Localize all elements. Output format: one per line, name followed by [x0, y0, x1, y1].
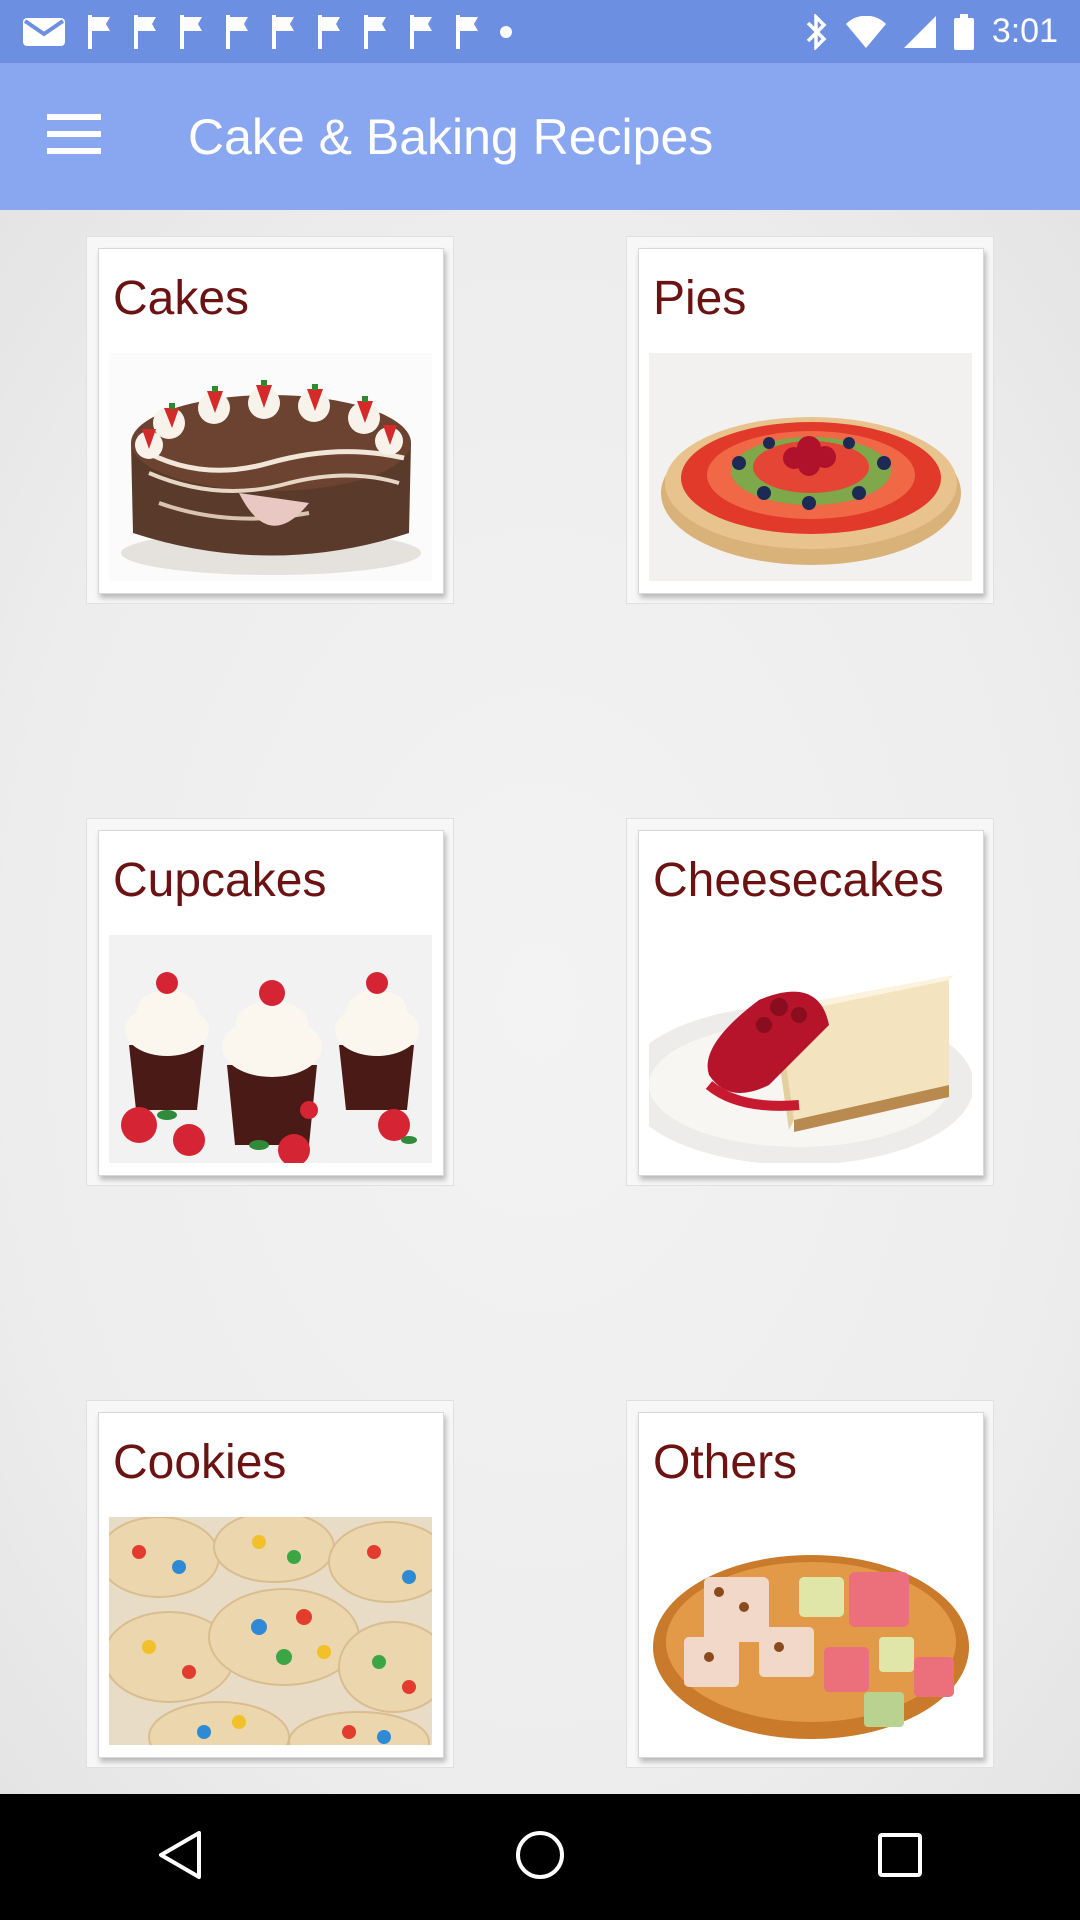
others-image: [649, 1517, 972, 1745]
category-card-others[interactable]: Others: [626, 1400, 994, 1768]
notification-icons: [22, 14, 804, 49]
category-card-cheesecakes[interactable]: Cheesecakes: [626, 818, 994, 1186]
card-frame: Cupcakes: [98, 830, 444, 1176]
flag-icon: [408, 14, 434, 49]
cupcakes-image: [109, 935, 432, 1163]
bluetooth-icon: [804, 13, 828, 50]
flag-icon: [86, 14, 112, 49]
flag-icon: [362, 14, 388, 49]
flag-icon: [224, 14, 250, 49]
status-time: 3:01: [991, 12, 1058, 50]
flag-icon: [132, 14, 158, 49]
pie-image: [649, 353, 972, 581]
cookies-image: [109, 1517, 432, 1745]
mail-icon: [22, 17, 66, 47]
app-bar: Cake & Baking Recipes: [0, 63, 1080, 210]
card-frame: Cheesecakes: [638, 830, 984, 1176]
flag-icon: [178, 14, 204, 49]
menu-button[interactable]: [0, 63, 148, 210]
category-card-pies[interactable]: Pies: [626, 236, 994, 604]
system-icons: 3:01: [804, 12, 1058, 51]
card-label: Cakes: [113, 272, 250, 325]
home-button[interactable]: [460, 1794, 620, 1920]
category-card-cupcakes[interactable]: Cupcakes: [86, 818, 454, 1186]
category-card-cakes[interactable]: Cakes: [86, 236, 454, 604]
back-icon: [157, 1829, 203, 1886]
card-label: Cheesecakes: [653, 854, 944, 907]
battery-icon: [953, 13, 974, 50]
status-bar: 3:01: [0, 0, 1080, 63]
flag-icon: [454, 14, 480, 49]
home-icon: [514, 1829, 566, 1886]
dot-icon: [500, 25, 512, 38]
cheesecake-image: [649, 935, 972, 1163]
back-button[interactable]: [100, 1794, 260, 1920]
cake-image: [109, 353, 432, 581]
recents-icon: [877, 1832, 923, 1883]
card-frame: Cookies: [98, 1412, 444, 1758]
flag-icon: [316, 14, 342, 49]
category-grid: Cakes Pies Cupcakes Cheesecakes Cookies …: [0, 210, 1080, 1794]
signal-icon: [903, 15, 936, 48]
card-label: Cupcakes: [113, 854, 327, 907]
hamburger-menu-icon: [47, 112, 101, 161]
card-label: Others: [653, 1436, 798, 1489]
wifi-icon: [845, 15, 886, 48]
category-card-cookies[interactable]: Cookies: [86, 1400, 454, 1768]
card-frame: Cakes: [98, 248, 444, 594]
card-frame: Others: [638, 1412, 984, 1758]
card-label: Cookies: [113, 1436, 287, 1489]
card-label: Pies: [653, 272, 747, 325]
page-title: Cake & Baking Recipes: [188, 108, 714, 165]
recents-button[interactable]: [820, 1794, 980, 1920]
flag-icon: [270, 14, 296, 49]
card-frame: Pies: [638, 248, 984, 594]
navigation-bar: [0, 1794, 1080, 1920]
